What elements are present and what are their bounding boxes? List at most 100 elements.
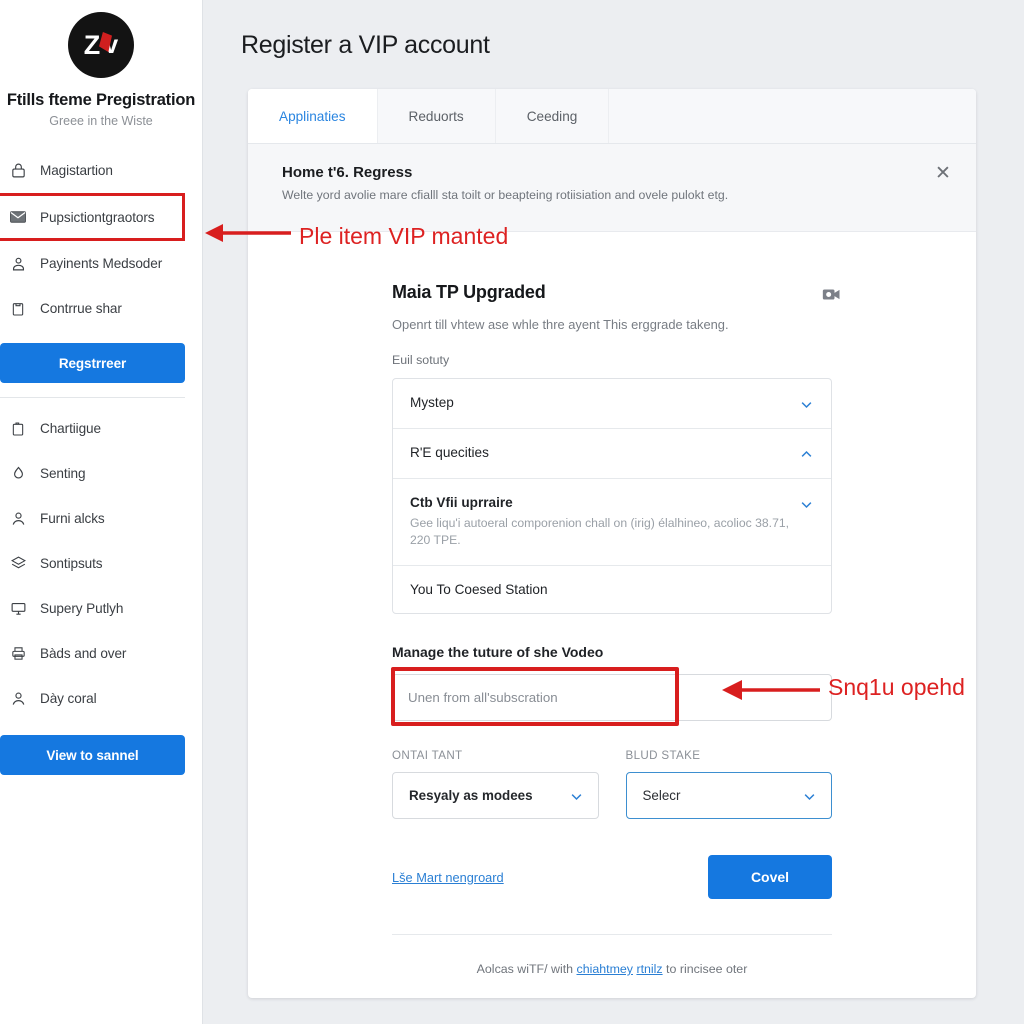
sidebar-item-senting[interactable]: Senting [0,451,202,496]
accordion-row-content: You To Coesed Station [410,582,814,597]
logo-letter-z: Z [83,29,100,60]
sidebar-nav-top: Magistartion Pupsictiontgraotors Payinen… [0,148,202,331]
select-row: ONTAI TANT Resyaly as modees BLUD STAKE [392,749,832,820]
user-badge-icon [9,255,27,273]
accordion-title: You To Coesed Station [410,582,548,598]
tab-applinaties[interactable]: Applinaties [248,89,378,143]
sidebar-divider [0,397,185,399]
main-content: Register a VIP account Applinaties Reduo… [203,0,1024,1024]
sidebar-item-pupsictiontgraotors[interactable]: Pupsictiontgraotors [0,193,185,242]
tab-reduorts[interactable]: Reduorts [377,89,496,143]
accordion-row-content: R'E quecities [410,445,789,460]
subscription-input-wrapper [391,667,832,727]
droplet-icon [9,465,27,483]
form-actions: Lše Mart nengroard Covel [392,855,832,900]
select-group-ontai-tant: ONTAI TANT Resyaly as modees [392,749,599,820]
accordion-row-mystep[interactable]: Mystep [393,379,831,430]
sidebar-item-sontipsuts[interactable]: Sontipsuts [0,541,202,586]
select-value: Selecr [642,788,681,804]
chevron-down-icon[interactable] [799,497,814,512]
section-description: Openrt till vhtew ase whle thre ayent Th… [392,317,729,332]
chevron-down-icon[interactable] [799,397,814,412]
secondary-link[interactable]: Lše Mart nengroard [392,870,504,885]
footer-link-2[interactable]: rtnilz [636,962,662,976]
sidebar-item-label: Sontipsuts [40,556,103,572]
sidebar-item-payinents-medsoder[interactable]: Payinents Medsoder [0,241,202,286]
form-container: Maia TP Upgraded Openrt till vhtew ase w… [391,282,840,976]
notice-title: Home t'6. Regress [282,164,413,181]
subscription-input[interactable] [392,674,832,722]
lock-icon [9,162,27,180]
zv-logo: Z v [68,12,134,78]
blud-stake-select[interactable]: Selecr [625,772,832,820]
app-root: Z v Ftills fteme Pregistration Greee in … [0,0,1024,1024]
monitor-icon [9,600,27,618]
sidebar-item-label: Senting [40,466,86,482]
accordion-row-requecities[interactable]: R'E quecities [393,429,831,480]
sidebar-item-contrrue-shar[interactable]: Contrrue shar [0,286,202,331]
sidebar-item-furni-alcks[interactable]: Furni alcks [0,496,202,541]
layers-icon [9,555,27,573]
section-header: Maia TP Upgraded Openrt till vhtew ase w… [392,282,840,333]
page-title: Register a VIP account [241,31,490,59]
close-icon[interactable]: ✕ [932,164,954,186]
sidebar-nav-bottom: Chartiigue Senting Furni alcks Sontipsut… [0,406,202,721]
accordion-row-content: Ctb Vfii uprraire Gee liqu'i autoeral co… [410,495,789,549]
printer-icon [9,645,27,663]
brand-logo-container: Z v [0,0,202,78]
footer-divider [392,934,832,936]
chevron-down-icon [802,789,817,804]
footer-link-1[interactable]: chiahtmey [577,962,633,976]
accordion-row-ctb-vfii-uprraire[interactable]: Ctb Vfii uprraire Gee liqu'i autoeral co… [393,479,831,567]
accordion-subtitle: Gee liqu'i autoeral comporenion chall on… [410,516,790,548]
sidebar-item-label: Contrrue shar [40,301,122,317]
sidebar-item-label: Payinents Medsoder [40,256,163,272]
footer-note-prefix: Aolcas wiTF/ with [476,962,577,977]
sidebar-item-chartiigue[interactable]: Chartiigue [0,406,202,451]
accordion-title: R'E quecities [410,445,489,461]
sidebar-item-label: Dày coral [40,691,97,707]
manage-label: Manage the tuture of she Vodeo [392,644,604,661]
footer-note: Aolcas wiTF/ with chiahtmey rtnilz to ri… [392,962,832,976]
sidebar-item-bads-and-over[interactable]: Bàds and over [0,631,202,676]
select-value: Resyaly as modees [409,788,533,804]
brand-subtitle: Greee in the Wiste [49,114,153,129]
person-icon [9,510,27,528]
mail-icon [9,208,27,226]
tab-bar: Applinaties Reduorts Ceeding [248,89,976,144]
sidebar-item-day-coral[interactable]: Dày coral [0,676,202,721]
select-label: BLUD STAKE [625,749,701,763]
sidebar-item-label: Magistartion [40,163,113,179]
person-icon [9,690,27,708]
accordion-list: Mystep R'E quecities Ctb Vfii uprraire G… [392,378,832,615]
field-label: Euil sotuty [392,353,450,368]
accordion-row-content: Mystep [410,395,789,410]
sidebar-item-magistartion[interactable]: Magistartion [0,148,202,193]
footer-note-suffix: to rincisee oter [662,962,748,977]
sidebar-item-label: Chartiigue [40,421,101,437]
camera-icon [822,286,842,302]
accordion-row-you-to-coesed-station[interactable]: You To Coesed Station [393,566,831,613]
notice-body: Welte yord avolie mare cfialll sta toilt… [282,188,729,202]
tab-filler [609,89,976,143]
notice-banner: Home t'6. Regress Welte yord avolie mare… [248,144,976,232]
select-label: ONTAI TANT [392,749,463,763]
chevron-down-icon [569,789,584,804]
ontai-tant-select[interactable]: Resyaly as modees [392,772,599,820]
sidebar-item-label: Furni alcks [40,511,105,527]
view-to-sannel-button[interactable]: View to sannel [0,735,185,776]
select-group-blud-stake: BLUD STAKE Selecr [625,749,832,820]
sidebar-item-label: Pupsictiontgraotors [40,209,155,225]
sidebar-item-supery-putlyh[interactable]: Supery Putlyh [0,586,202,631]
tab-ceeding[interactable]: Ceeding [495,89,610,143]
sidebar-item-label: Supery Putlyh [40,601,124,617]
register-button[interactable]: Regstrreer [0,343,185,384]
sidebar: Z v Ftills fteme Pregistration Greee in … [0,0,203,1024]
card-body: Maia TP Upgraded Openrt till vhtew ase w… [248,232,976,976]
clipboard-icon [9,420,27,438]
covel-button[interactable]: Covel [708,855,832,900]
brand-title: Ftills fteme Pregistration [6,91,196,109]
section-title: Maia TP Upgraded [392,282,546,302]
chevron-up-icon[interactable] [799,447,814,462]
sidebar-item-label: Bàds and over [40,646,127,662]
